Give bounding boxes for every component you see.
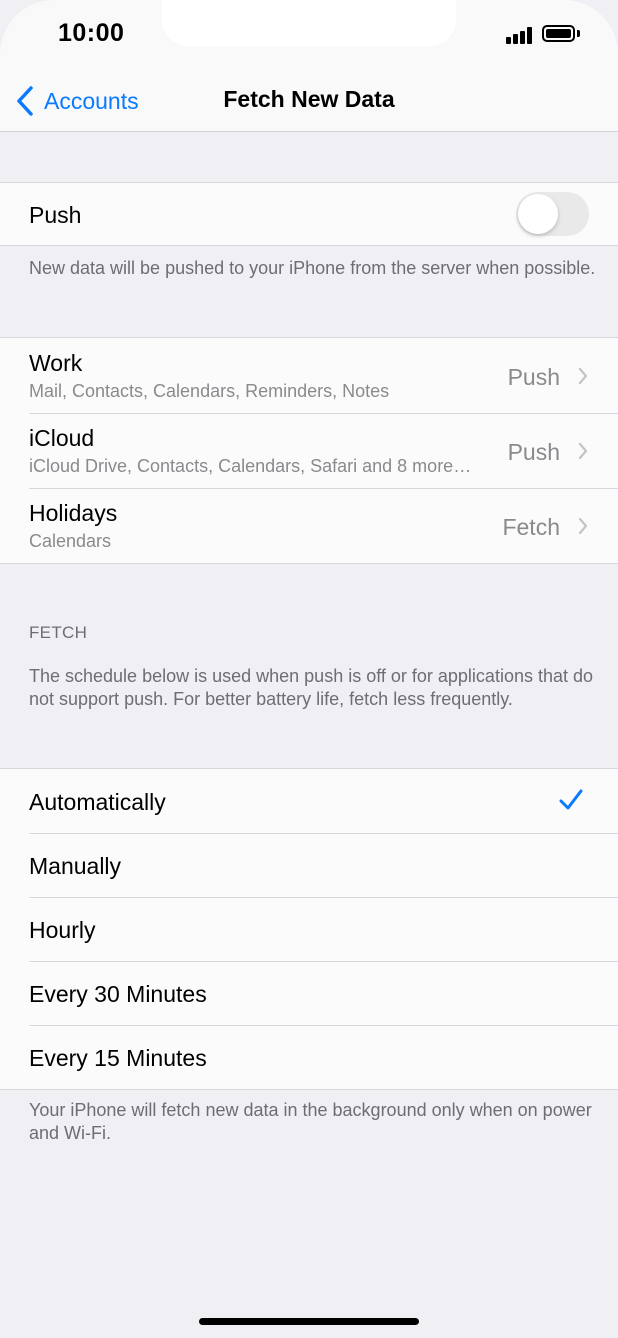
fetch-option-manually[interactable]: Manually (0, 833, 618, 897)
checkmark-icon (559, 789, 583, 810)
push-row: Push (0, 183, 618, 245)
account-row-icloud[interactable]: iCloud iCloud Drive, Contacts, Calendars… (0, 413, 618, 488)
home-indicator (199, 1318, 419, 1325)
fetch-section-header: FETCH (29, 623, 88, 642)
account-subtitle: Calendars (29, 531, 112, 551)
account-value: Push (507, 439, 560, 465)
battery-icon (542, 25, 575, 42)
phone-screen: 10:00 Accounts Fetch New Data Push New d… (0, 0, 618, 1338)
fetch-option-every-30-minutes[interactable]: Every 30 Minutes (0, 961, 618, 1025)
account-row-work[interactable]: Work Mail, Contacts, Calendars, Reminder… (0, 338, 618, 413)
push-footer: New data will be pushed to your iPhone f… (29, 258, 596, 278)
status-time: 10:00 (58, 19, 125, 47)
chevron-right-icon (578, 442, 588, 460)
chevron-right-icon (578, 517, 588, 535)
fetch-option-label: Automatically (29, 789, 166, 815)
page-title: Fetch New Data (223, 86, 395, 112)
account-title: Holidays (29, 500, 118, 526)
account-title: iCloud (29, 425, 95, 451)
status-bar: 10:00 (0, 0, 618, 70)
account-subtitle: Mail, Contacts, Calendars, Reminders, No… (29, 381, 390, 401)
account-title: Work (29, 350, 83, 376)
fetch-option-hourly[interactable]: Hourly (0, 897, 618, 961)
accounts-group: Work Mail, Contacts, Calendars, Reminder… (0, 337, 618, 564)
navigation-bar: Accounts Fetch New Data (0, 70, 618, 132)
fetch-option-every-15-minutes[interactable]: Every 15 Minutes (0, 1025, 618, 1089)
account-value: Push (507, 364, 560, 390)
account-row-holidays[interactable]: Holidays Calendars Fetch (0, 488, 618, 563)
fetch-options-group: Automatically Manually Hourly Every 30 M… (0, 768, 618, 1090)
battery-cap (577, 30, 580, 37)
push-group: Push (0, 182, 618, 246)
account-subtitle: iCloud Drive, Contacts, Calendars, Safar… (29, 456, 472, 476)
fetch-option-automatically[interactable]: Automatically (0, 769, 618, 833)
push-toggle[interactable] (516, 192, 589, 236)
fetch-option-label: Every 15 Minutes (29, 1045, 207, 1071)
fetch-option-label: Manually (29, 853, 122, 879)
fetch-option-label: Hourly (29, 917, 96, 943)
fetch-option-label: Every 30 Minutes (29, 981, 207, 1007)
account-value: Fetch (502, 514, 560, 540)
notch (162, 0, 456, 46)
fetch-footer: Your iPhone will fetch new data in the b… (29, 1100, 592, 1143)
fetch-description: The schedule below is used when push is … (29, 666, 594, 709)
push-label: Push (29, 202, 82, 228)
toggle-knob (518, 194, 558, 234)
signal-icon (506, 27, 534, 44)
chevron-right-icon (578, 367, 588, 385)
